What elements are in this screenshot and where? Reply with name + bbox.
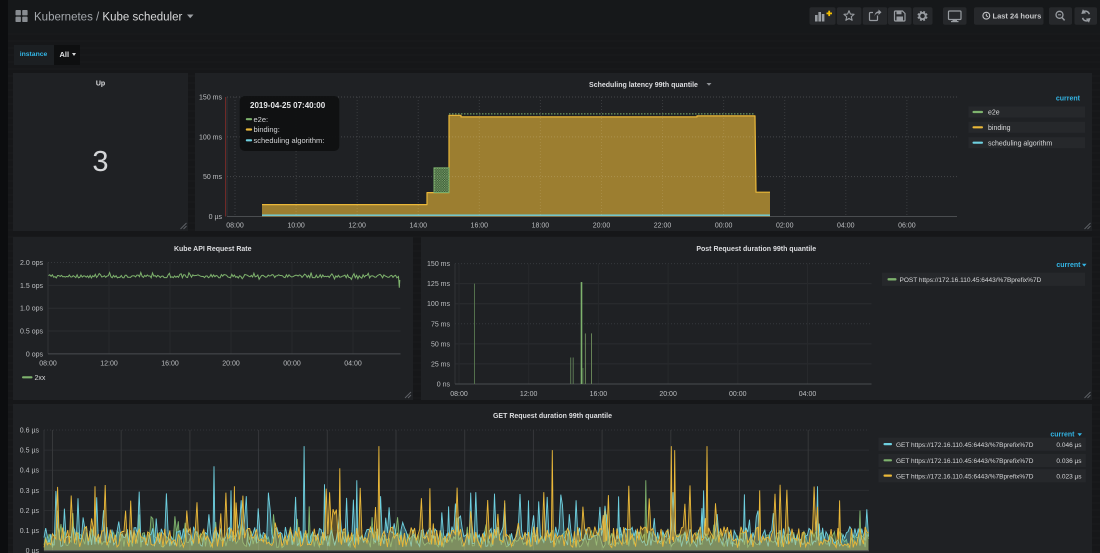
svg-text:current: current [1056,262,1081,269]
svg-text:0.3 µs: 0.3 µs [20,488,40,495]
svg-text:20:00: 20:00 [659,391,677,398]
svg-text:binding: binding [988,125,1011,132]
svg-text:20:00: 20:00 [222,361,240,368]
svg-text:0 µs: 0 µs [26,548,40,553]
svg-text:0.5 ops: 0.5 ops [20,329,43,336]
svg-text:GET https://172.16.110.45:6443: GET https://172.16.110.45:6443/%7Bprefix… [896,442,1034,449]
svg-text:Kubernetes / Kube scheduler: Kubernetes / Kube scheduler [34,12,182,24]
svg-text:12:00: 12:00 [348,223,366,230]
svg-text:14:00: 14:00 [409,223,427,230]
svg-text:22:00: 22:00 [654,223,672,230]
svg-text:100 ms: 100 ms [199,134,222,141]
svg-text:0.023 µs: 0.023 µs [1056,473,1082,480]
svg-text:current: current [1050,431,1075,438]
svg-text:Up: Up [96,81,105,88]
svg-text:50 ms: 50 ms [431,341,451,348]
svg-text:08:00: 08:00 [450,391,468,398]
svg-text:GET https://172.16.110.45:6443: GET https://172.16.110.45:6443/%7Bprefix… [896,473,1034,480]
svg-text:POST https://172.16.110.45:644: POST https://172.16.110.45:6443/%7Bprefi… [900,277,1042,284]
svg-text:1.0 ops: 1.0 ops [20,306,43,313]
svg-text:125 ms: 125 ms [427,281,450,288]
svg-text:0 µs: 0 µs [209,214,223,221]
svg-text:scheduling algorithm:: scheduling algorithm: [254,136,325,145]
svg-text:08:00: 08:00 [226,223,244,230]
svg-text:1.5 ops: 1.5 ops [20,283,43,290]
svg-text:75 ms: 75 ms [431,321,451,328]
svg-text:25 ms: 25 ms [431,361,451,368]
svg-text:50 ms: 50 ms [203,174,223,181]
svg-text:0.1 µs: 0.1 µs [20,528,40,535]
svg-text:e2e:: e2e: [254,115,269,124]
svg-text:current: current [1056,96,1081,103]
svg-text:3: 3 [92,146,108,178]
svg-text:02:00: 02:00 [776,223,794,230]
svg-text:binding:: binding: [254,125,280,134]
svg-text:Last 24 hours: Last 24 hours [993,12,1042,21]
svg-text:0 ops: 0 ops [26,351,44,358]
svg-text:12:00: 12:00 [100,361,118,368]
svg-text:12:00: 12:00 [520,391,538,398]
svg-text:0.6 µs: 0.6 µs [20,428,40,435]
svg-text:Post Request duration 99th qua: Post Request duration 99th quantile [696,246,816,253]
svg-text:04:00: 04:00 [837,223,855,230]
svg-text:0.5 µs: 0.5 µs [20,448,40,455]
svg-text:00:00: 00:00 [715,223,733,230]
svg-text:Scheduling latency 99th quanti: Scheduling latency 99th quantile [589,82,698,89]
svg-text:0.046 µs: 0.046 µs [1056,442,1082,449]
svg-text:04:00: 04:00 [799,391,817,398]
svg-text:150 ms: 150 ms [427,261,450,268]
svg-text:2.0 ops: 2.0 ops [20,260,43,267]
svg-text:16:00: 16:00 [590,391,608,398]
svg-text:0 ns: 0 ns [437,382,451,389]
svg-text:00:00: 00:00 [283,361,301,368]
svg-text:Kube API Request Rate: Kube API Request Rate [174,246,252,253]
svg-text:100 ms: 100 ms [427,301,450,308]
svg-text:e2e: e2e [988,110,1000,117]
svg-text:06:00: 06:00 [898,223,916,230]
svg-text:18:00: 18:00 [532,223,550,230]
svg-text:0.036 µs: 0.036 µs [1056,458,1082,465]
svg-text:10:00: 10:00 [287,223,305,230]
svg-text:GET Request duration 99th quan: GET Request duration 99th quantile [493,413,612,420]
svg-text:150 ms: 150 ms [199,95,222,102]
svg-text:16:00: 16:00 [161,361,179,368]
svg-text:0.2 µs: 0.2 µs [20,508,40,515]
svg-text:20:00: 20:00 [593,223,611,230]
svg-text:2xx: 2xx [35,375,46,382]
svg-text:GET https://172.16.110.45:6443: GET https://172.16.110.45:6443/%7Bprefix… [896,458,1034,465]
svg-text:08:00: 08:00 [39,361,57,368]
svg-text:16:00: 16:00 [471,223,489,230]
svg-text:2019-04-25 07:40:00: 2019-04-25 07:40:00 [250,101,326,110]
svg-text:0.4 µs: 0.4 µs [20,468,40,475]
svg-text:scheduling algorithm: scheduling algorithm [988,140,1052,147]
svg-text:00:00: 00:00 [729,391,747,398]
svg-text:04:00: 04:00 [344,361,362,368]
